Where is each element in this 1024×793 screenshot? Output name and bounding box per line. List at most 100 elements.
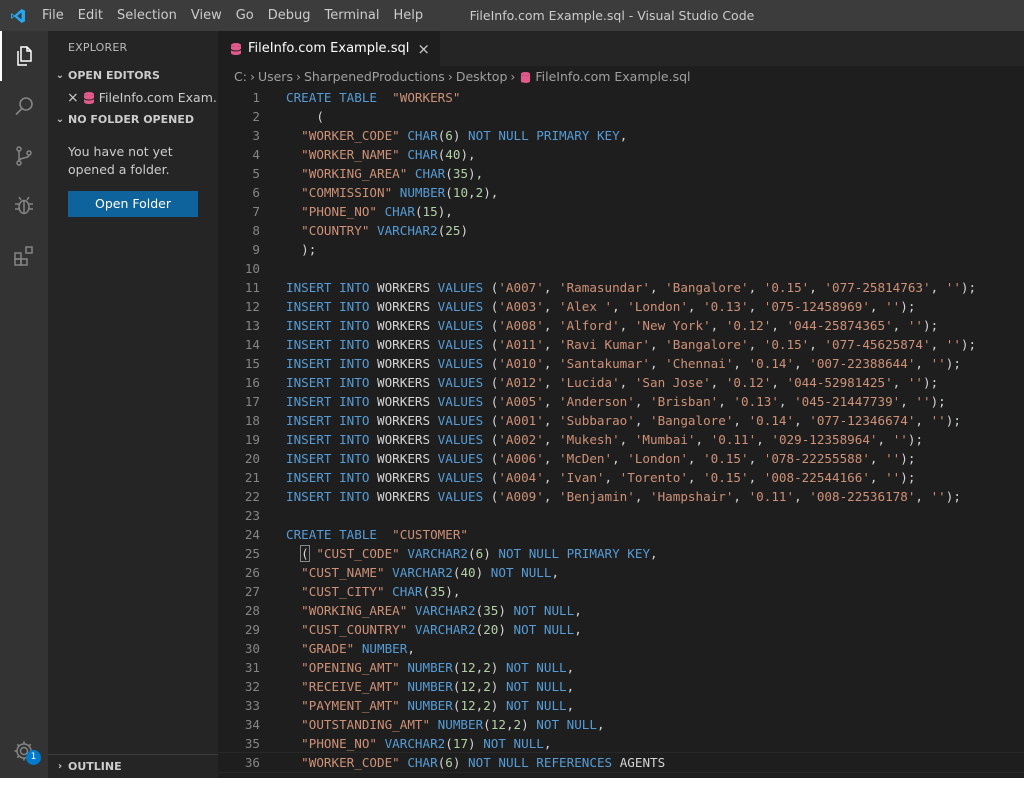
debug-icon[interactable] — [0, 181, 48, 231]
menu-file[interactable]: File — [35, 0, 71, 31]
code-token: , — [543, 299, 559, 314]
breadcrumb-file[interactable]: FileInfo.com Example.sql — [535, 66, 690, 88]
code-token: ) — [452, 755, 469, 770]
code-line[interactable]: 20 INSERT INTO WORKERS VALUES ('A006', 'M… — [218, 449, 1024, 468]
code-line[interactable]: 16 INSERT INTO WORKERS VALUES ('A012', 'L… — [218, 373, 1024, 392]
code-line[interactable]: 5 "WORKING_AREA" CHAR(35), — [218, 164, 1024, 183]
code-token: 'London' — [627, 451, 688, 466]
code-line[interactable]: 31 "OPENING_AMT" NUMBER(12,2) NOT NULL, — [218, 658, 1024, 677]
code-token: 'Alford' — [559, 318, 620, 333]
code-line[interactable]: 30 "GRADE" NUMBER, — [218, 639, 1024, 658]
code-token: '008-22536178' — [809, 489, 916, 504]
explorer-icon[interactable] — [0, 31, 48, 81]
menu-help[interactable]: Help — [386, 0, 430, 31]
extensions-icon[interactable] — [0, 231, 48, 281]
code-token: 'A002' — [498, 432, 544, 447]
line-content: "WORKER_CODE" CHAR(6) NOT NULL REFERENCE… — [286, 753, 665, 772]
code-line[interactable]: 33 "PAYMENT_AMT" NUMBER(12,2) NOT NULL, — [218, 696, 1024, 715]
code-line[interactable]: 10 — [218, 259, 1024, 278]
code-line[interactable]: 23 — [218, 506, 1024, 525]
code-line[interactable]: 8 "COUNTRY" VARCHAR2(25) — [218, 221, 1024, 240]
code-token: , — [687, 470, 704, 485]
open-editors-section[interactable]: ⌄ OPEN EDITORS — [48, 65, 218, 87]
code-line[interactable]: 11 INSERT INTO WORKERS VALUES ('A007', 'R… — [218, 278, 1024, 297]
breadcrumb-segment[interactable]: SharpenedProductions — [304, 66, 445, 88]
code-token: ); — [900, 451, 916, 466]
code-line[interactable]: 32 "RECEIVE_AMT" NUMBER(12,2) NOT NULL, — [218, 677, 1024, 696]
code-line[interactable]: 7 "PHONE_NO" CHAR(15), — [218, 202, 1024, 221]
search-icon[interactable] — [0, 81, 48, 131]
close-icon[interactable]: × — [67, 87, 79, 109]
code-line[interactable]: 2 ( — [218, 107, 1024, 126]
gear-icon[interactable]: 1 — [0, 726, 48, 776]
code-token: INSERT INTO — [286, 318, 370, 333]
menu-selection[interactable]: Selection — [110, 0, 184, 31]
line-number: 9 — [252, 242, 260, 257]
code-line[interactable]: 9 ); — [218, 240, 1024, 259]
code-line[interactable]: 6 "COMMISSION" NUMBER(10,2), — [218, 183, 1024, 202]
code-token: ) — [490, 679, 506, 694]
tab-fileinfo-example-sql[interactable]: FileInfo.com Example.sql × — [218, 31, 440, 66]
line-number: 7 — [252, 204, 260, 219]
code-token: ( — [483, 337, 499, 352]
code-token: "WORKER_CODE" — [301, 128, 400, 143]
database-file-icon — [520, 71, 531, 84]
code-line[interactable]: 14 INSERT INTO WORKERS VALUES ('A011', 'R… — [218, 335, 1024, 354]
menu-view[interactable]: View — [184, 0, 229, 31]
code-line[interactable]: 17 INSERT INTO WORKERS VALUES ('A005', 'A… — [218, 392, 1024, 411]
code-line[interactable]: 24 CREATE TABLE "CUSTOMER" — [218, 525, 1024, 544]
code-token: ) — [483, 546, 499, 561]
source-control-icon[interactable] — [0, 131, 48, 181]
code-line[interactable]: 13 INSERT INTO WORKERS VALUES ('A008', 'A… — [218, 316, 1024, 335]
code-token: VALUES — [437, 489, 484, 504]
code-line[interactable]: 4 "WORKER_NAME" CHAR(40), — [218, 145, 1024, 164]
code-token: INSERT INTO — [286, 451, 370, 466]
menu-edit[interactable]: Edit — [71, 0, 110, 31]
code-line[interactable]: 25 ( "CUST_CODE" VARCHAR2(6) NOT NULL PR… — [218, 544, 1024, 563]
code-token: '' — [945, 337, 961, 352]
code-line[interactable]: 12 INSERT INTO WORKERS VALUES ('A003', 'A… — [218, 297, 1024, 316]
code-editor[interactable]: 1 CREATE TABLE "WORKERS" 2 (3 "WORKER_CODE… — [218, 88, 1024, 773]
code-line[interactable]: 36 "WORKER_CODE" CHAR(6) NOT NULL REFERE… — [218, 752, 1024, 773]
code-line[interactable]: 34 "OUTSTANDING_AMT" NUMBER(12,2) NOT NU… — [218, 715, 1024, 734]
line-number: 24 — [244, 527, 260, 542]
outline-section[interactable]: › OUTLINE — [48, 754, 218, 778]
no-folder-section[interactable]: ⌄ NO FOLDER OPENED — [48, 109, 218, 131]
code-token: ( — [286, 109, 324, 124]
code-token: '077-45625874' — [824, 337, 931, 352]
menu-debug[interactable]: Debug — [261, 0, 318, 31]
line-number: 1 — [252, 90, 260, 105]
line-number: 23 — [244, 508, 260, 523]
code-line[interactable]: 3 "WORKER_CODE" CHAR(6) NOT NULL PRIMARY… — [218, 126, 1024, 145]
breadcrumb-segment[interactable]: C: — [234, 66, 247, 88]
code-token: INSERT INTO — [286, 356, 370, 371]
line-content: "GRADE" NUMBER, — [286, 639, 415, 658]
code-line[interactable]: 18 INSERT INTO WORKERS VALUES ('A001', 'S… — [218, 411, 1024, 430]
open-editor-filename: FileInfo.com Exam... — [98, 90, 218, 105]
code-token: ( — [483, 280, 499, 295]
menu-go[interactable]: Go — [229, 0, 261, 31]
close-icon[interactable]: × — [417, 40, 430, 58]
code-token: INSERT INTO — [286, 489, 370, 504]
open-folder-button[interactable]: Open Folder — [68, 191, 198, 217]
breadcrumb-segment[interactable]: Users — [258, 66, 293, 88]
code-token: 'Ramasundar' — [559, 280, 650, 295]
breadcrumb-segment[interactable]: Desktop — [456, 66, 508, 88]
line-number: 5 — [252, 166, 260, 181]
code-line[interactable]: 1 CREATE TABLE "WORKERS" — [218, 88, 1024, 107]
code-line[interactable]: 35 "PHONE_NO" VARCHAR2(17) NOT NULL, — [218, 734, 1024, 753]
menu-terminal[interactable]: Terminal — [318, 0, 387, 31]
code-line[interactable]: 22 INSERT INTO WORKERS VALUES ('A009', 'B… — [218, 487, 1024, 506]
line-number: 17 — [244, 394, 260, 409]
open-editor-item[interactable]: × FileInfo.com Exam... — [48, 87, 218, 109]
code-token: ) — [498, 603, 514, 618]
code-line[interactable]: 21 INSERT INTO WORKERS VALUES ('A004', 'I… — [218, 468, 1024, 487]
code-line[interactable]: 28 "WORKING_AREA" VARCHAR2(35) NOT NULL, — [218, 601, 1024, 620]
code-token: WORKERS — [369, 280, 438, 295]
code-line[interactable]: 26 "CUST_NAME" VARCHAR2(40) NOT NULL, — [218, 563, 1024, 582]
code-line[interactable]: 29 "CUST_COUNTRY" VARCHAR2(20) NOT NULL, — [218, 620, 1024, 639]
code-line[interactable]: 27 "CUST_CITY" CHAR(35), — [218, 582, 1024, 601]
code-line[interactable]: 15 INSERT INTO WORKERS VALUES ('A010', 'S… — [218, 354, 1024, 373]
code-line[interactable]: 19 INSERT INTO WORKERS VALUES ('A002', 'M… — [218, 430, 1024, 449]
code-token: ( — [483, 356, 499, 371]
